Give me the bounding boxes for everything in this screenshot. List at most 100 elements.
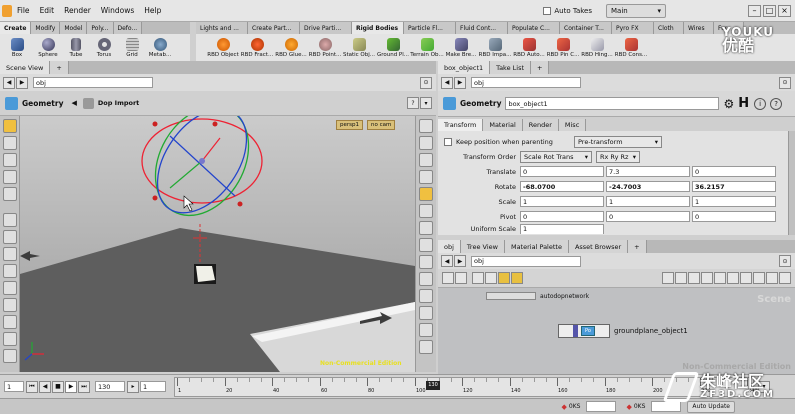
minimize-icon[interactable]: –	[748, 4, 761, 17]
scale-y-field[interactable]: 1	[606, 196, 690, 207]
translate-y-field[interactable]: 7.3	[606, 166, 690, 177]
scale-x-field[interactable]: 1	[520, 196, 604, 207]
current-frame-field[interactable]: 130	[95, 381, 125, 392]
layout-icon[interactable]	[727, 272, 739, 284]
menu-windows[interactable]: Windows	[96, 6, 139, 15]
keep-position-checkbox[interactable]	[444, 137, 452, 146]
tool-rbd-impact[interactable]: RBD Impa...	[478, 37, 512, 58]
tab-render[interactable]: Render	[522, 119, 559, 131]
tool-rbd-point[interactable]: RBD Point...	[308, 37, 342, 58]
keep-position-select[interactable]: Pre-transform ▾	[574, 135, 662, 148]
net-tool-icon[interactable]	[498, 272, 510, 284]
layout-icon[interactable]	[662, 272, 674, 284]
tool-tube[interactable]: Tube	[62, 37, 90, 58]
prev-key-icon[interactable]: ◀	[39, 380, 51, 393]
translate-z-field[interactable]: 0	[692, 166, 776, 177]
close-icon[interactable]: ×	[778, 4, 791, 17]
tool-grid[interactable]: Grid	[118, 37, 146, 58]
display-options-icon[interactable]	[419, 119, 433, 133]
handle-icon[interactable]	[2, 247, 17, 261]
layout-icon[interactable]	[740, 272, 752, 284]
viewport[interactable]: persp1 no cam Non-Commercial Edition	[20, 116, 415, 372]
pose-icon[interactable]	[2, 187, 17, 201]
viewport-menu-icon[interactable]: ▾	[420, 97, 432, 109]
cursor-icon[interactable]	[2, 213, 17, 227]
net-tool-icon[interactable]	[455, 272, 467, 284]
add-tab-button[interactable]: +	[628, 240, 647, 253]
scene-path-field[interactable]: obj	[33, 77, 153, 88]
tab-transform[interactable]: Transform	[438, 119, 484, 131]
last-frame-icon[interactable]: ⏭	[78, 380, 90, 393]
tool-make-breakable[interactable]: Make Bre...	[444, 37, 478, 58]
background-icon[interactable]	[419, 323, 433, 337]
tab-obj[interactable]: obj	[438, 240, 461, 253]
menu-help[interactable]: Help	[139, 6, 166, 15]
view-icon[interactable]	[2, 230, 17, 244]
scale-icon[interactable]	[2, 170, 17, 184]
pin-icon[interactable]: ⊙	[779, 255, 791, 267]
snap-icon[interactable]	[2, 315, 17, 329]
layout-icon[interactable]	[675, 272, 687, 284]
transform-order-select[interactable]: Scale Rot Trans ▾	[520, 150, 592, 163]
move-icon[interactable]	[2, 264, 17, 278]
rotation-order-select[interactable]: Rx Ry Rz ▾	[596, 150, 640, 163]
maximize-icon[interactable]: □	[763, 4, 776, 17]
info-icon[interactable]: i	[754, 97, 767, 110]
playhead[interactable]: 130	[426, 380, 440, 390]
camera-menu[interactable]: no cam	[367, 120, 396, 130]
tab-asset-browser[interactable]: Asset Browser	[568, 240, 629, 253]
add-tab-button[interactable]: +	[531, 61, 550, 74]
shelf-tab-drive-particles[interactable]: Drive Parti...	[300, 22, 352, 34]
normals-icon[interactable]	[419, 238, 433, 252]
back-icon[interactable]: ◀	[441, 255, 453, 267]
shelf-tab-create[interactable]: Create	[0, 22, 32, 34]
start-frame-field[interactable]: 1	[4, 381, 24, 392]
shelf-tab-deform[interactable]: Defo...	[113, 22, 143, 34]
render-icon[interactable]	[2, 349, 17, 363]
tool-rbd-hinge[interactable]: RBD Hing...	[580, 37, 614, 58]
translate-x-field[interactable]: 0	[520, 166, 604, 177]
display-icon[interactable]	[2, 298, 17, 312]
pin-icon[interactable]: ⊙	[779, 76, 791, 89]
transform-icon[interactable]	[2, 136, 17, 150]
pivot-x-field[interactable]: 0	[520, 211, 604, 222]
tab-tree-view[interactable]: Tree View	[460, 240, 505, 253]
viewport-layout-icon[interactable]	[419, 204, 433, 218]
lighting-icon[interactable]	[419, 187, 433, 201]
tab-take-list[interactable]: Take List	[490, 61, 532, 74]
help-icon[interactable]: ?	[770, 97, 783, 110]
rotate-z-field[interactable]: 36.2157	[692, 181, 776, 192]
tool-terrain-object[interactable]: Terrain Ob...	[410, 37, 444, 58]
shelf-tab-wires[interactable]: Wires	[684, 22, 714, 34]
wireframe-icon[interactable]	[419, 136, 433, 150]
back-icon[interactable]: ◀	[441, 76, 453, 89]
pivot-z-field[interactable]: 0	[692, 211, 776, 222]
autodopnetwork-node[interactable]: autodopnetwork	[486, 292, 589, 300]
tool-metaball[interactable]: Metab...	[146, 37, 174, 58]
shelf-tab-create-particles[interactable]: Create Part...	[248, 22, 300, 34]
viewport-canvas[interactable]	[20, 116, 415, 372]
back-icon[interactable]: ◀	[3, 76, 15, 89]
tool-ground-plane[interactable]: Ground Pl...	[376, 37, 410, 58]
shading-icon[interactable]	[419, 153, 433, 167]
rotate-y-field[interactable]: -24.7003	[606, 181, 690, 192]
shelf-tab-particle-fluids[interactable]: Particle Fl...	[404, 22, 456, 34]
tool-rbd-auto[interactable]: RBD Auto...	[512, 37, 546, 58]
ghost-icon[interactable]	[419, 170, 433, 184]
shelf-tab-poly[interactable]: Poly...	[87, 22, 114, 34]
layout-icon[interactable]	[753, 272, 765, 284]
menu-file[interactable]: File	[12, 6, 35, 15]
tool-rbd-fractured[interactable]: RBD Fract...	[240, 37, 274, 58]
pin-icon[interactable]: ⊙	[420, 76, 432, 89]
auto-update-button[interactable]: Auto Update	[687, 400, 735, 413]
grid-toggle-icon[interactable]	[419, 289, 433, 303]
point-display-icon[interactable]	[419, 221, 433, 235]
shelf-tab-rigid-bodies[interactable]: Rigid Bodies	[352, 22, 404, 34]
gear-icon[interactable]: ⚙	[723, 97, 734, 111]
tool-torus[interactable]: Torus	[90, 37, 118, 58]
tab-box-object1[interactable]: box_object1	[438, 61, 491, 74]
pivot-y-field[interactable]: 0	[606, 211, 690, 222]
net-tool-icon[interactable]	[485, 272, 497, 284]
forward-icon[interactable]: ▶	[454, 255, 466, 267]
select-icon[interactable]	[2, 119, 17, 133]
